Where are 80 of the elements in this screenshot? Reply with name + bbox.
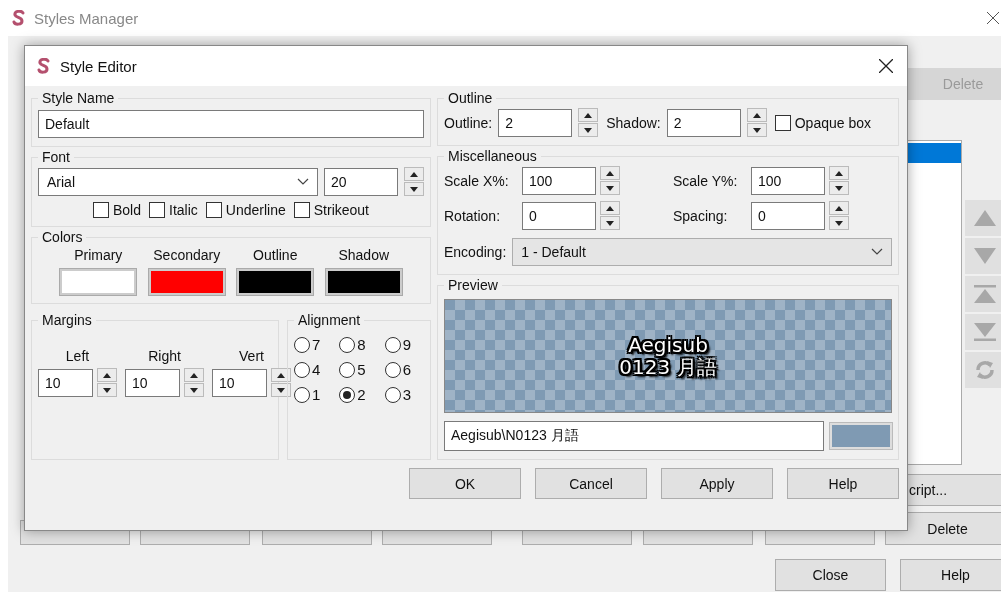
group-label: Preview [447, 277, 499, 293]
group-label: Colors [41, 229, 84, 245]
spin-buttons[interactable] [829, 201, 849, 230]
spin-buttons[interactable] [97, 368, 117, 397]
app-logo-icon [37, 58, 51, 74]
style-checkbox[interactable]: Italic [149, 202, 198, 218]
group-label: Font [41, 149, 71, 165]
shadow-label: Shadow: [606, 114, 661, 131]
color-swatch[interactable] [325, 269, 402, 295]
spin-buttons[interactable] [600, 166, 620, 195]
color-swatch[interactable] [60, 269, 137, 295]
close-icon[interactable] [987, 12, 999, 24]
margin-field[interactable]: 10 [212, 368, 267, 397]
style-name-field[interactable]: Default [38, 110, 424, 138]
alignment-radio[interactable]: 9 [384, 336, 424, 353]
margin-label: Vert [239, 348, 264, 364]
spin-buttons[interactable] [600, 201, 620, 230]
dialog-button[interactable]: Apply [661, 468, 773, 499]
style-checkbox[interactable]: Strikeout [293, 202, 369, 218]
alignment-radio[interactable]: 8 [339, 336, 379, 353]
style-checkbox[interactable]: Bold [93, 202, 141, 218]
field-label: Rotation: [444, 207, 502, 224]
color-swatch[interactable] [237, 269, 314, 295]
dialog-button[interactable]: Help [787, 468, 899, 499]
margin-field[interactable]: 10 [125, 368, 180, 397]
group-label: Alignment [297, 312, 362, 328]
opaque-box-checkbox[interactable]: Opaque box [774, 114, 872, 131]
dialog-button[interactable]: Cancel [535, 468, 647, 499]
margin-label: Left [65, 348, 90, 364]
alignment-radio[interactable]: 4 [294, 361, 334, 378]
close-icon[interactable] [879, 59, 893, 73]
spin-buttons[interactable] [184, 368, 204, 397]
alignment-radio[interactable]: 7 [294, 336, 334, 353]
alignment-radio[interactable]: 6 [384, 361, 424, 378]
color-label: Shadow [338, 247, 390, 263]
outline-field[interactable]: 2 [498, 108, 573, 137]
field-label: Scale X%: [444, 172, 510, 189]
outline-label: Outline: [444, 114, 493, 131]
spin-buttons[interactable] [578, 108, 599, 137]
color-label: Secondary [153, 247, 221, 263]
spin-buttons[interactable] [404, 167, 424, 196]
color-label: Primary [74, 247, 123, 263]
alignment-radio[interactable]: 1 [294, 386, 334, 403]
field-label: Spacing: [673, 207, 729, 224]
app-logo-icon [12, 10, 26, 26]
background-color-button[interactable] [830, 423, 892, 449]
group-label: Margins [41, 312, 93, 328]
spin-buttons[interactable] [829, 166, 849, 195]
alignment-radio[interactable]: 2 [339, 386, 379, 403]
style-checkbox[interactable]: Underline [205, 202, 286, 218]
group-label: Outline [447, 90, 494, 106]
group-label: Style Name [41, 90, 116, 106]
spin-buttons[interactable] [746, 108, 767, 137]
alignment-radio[interactable]: 3 [384, 386, 424, 403]
margin-field[interactable]: 10 [38, 368, 93, 397]
window-title: Styles Manager [34, 9, 139, 27]
encoding-label: Encoding: [444, 244, 507, 260]
number-field[interactable]: 0 [522, 201, 596, 230]
preview-text-field[interactable]: Aegisub\N0123 月語 [444, 421, 824, 451]
number-field[interactable]: 100 [522, 166, 596, 195]
dialog-button[interactable]: OK [409, 468, 521, 499]
chevron-down-icon [871, 248, 883, 256]
encoding-dropdown[interactable]: 1 - Default [512, 238, 892, 266]
alignment-radio[interactable]: 5 [339, 361, 379, 378]
shadow-field[interactable]: 2 [666, 108, 741, 137]
dialog-title: Style Editor [60, 57, 137, 75]
spin-buttons[interactable] [271, 368, 291, 397]
chevron-down-icon [297, 177, 309, 186]
margin-label: Right [148, 348, 181, 364]
dialog-button[interactable]: Help [900, 559, 1001, 591]
dialog-button[interactable]: Close [775, 559, 886, 591]
color-swatch[interactable] [148, 269, 225, 295]
preview-text: Aegisub [628, 334, 708, 356]
group-label: Miscellaneous [447, 148, 538, 164]
color-label: Outline [253, 247, 298, 263]
font-dropdown[interactable]: Arial [38, 167, 318, 196]
number-field[interactable]: 0 [751, 201, 825, 230]
font-size-field[interactable]: 20 [324, 167, 398, 196]
number-field[interactable]: 100 [751, 166, 825, 195]
field-label: Scale Y%: [673, 172, 739, 189]
